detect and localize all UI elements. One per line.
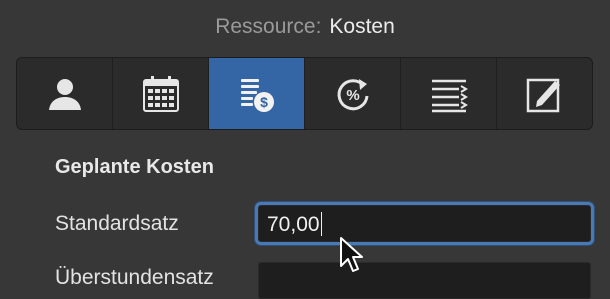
list-icon (431, 79, 468, 112)
standard-rate-value: 70,00 (267, 213, 320, 236)
tab-list[interactable] (401, 58, 497, 129)
section-title: Geplante Kosten (55, 156, 214, 178)
tab-cost[interactable]: $ (209, 58, 305, 129)
resource-title-prefix: Ressource: (215, 15, 322, 38)
cost-list-dollar-icon: $ (240, 78, 274, 112)
svg-text:$: $ (260, 94, 268, 110)
tab-notes[interactable] (497, 58, 592, 129)
overtime-rate-input[interactable] (258, 262, 591, 299)
mouse-pointer-icon (340, 237, 363, 272)
tab-percent[interactable]: % (305, 58, 401, 129)
text-caret (320, 211, 322, 236)
overtime-rate-label: Überstundensatz (55, 266, 214, 289)
inspector-toolbar: $ % (16, 57, 593, 130)
tab-calendar[interactable] (113, 58, 209, 129)
person-icon (48, 78, 81, 110)
svg-text:%: % (346, 87, 359, 104)
calendar-icon (142, 75, 179, 112)
percent-cycle-icon: % (337, 78, 368, 110)
standard-rate-label: Standardsatz (55, 212, 179, 235)
standard-rate-input[interactable]: 70,00 (258, 205, 591, 242)
resource-title: Ressource: Kosten (0, 13, 610, 41)
tab-person[interactable] (17, 58, 113, 129)
edit-note-icon (526, 78, 560, 112)
resource-title-name: Kosten (329, 15, 395, 38)
